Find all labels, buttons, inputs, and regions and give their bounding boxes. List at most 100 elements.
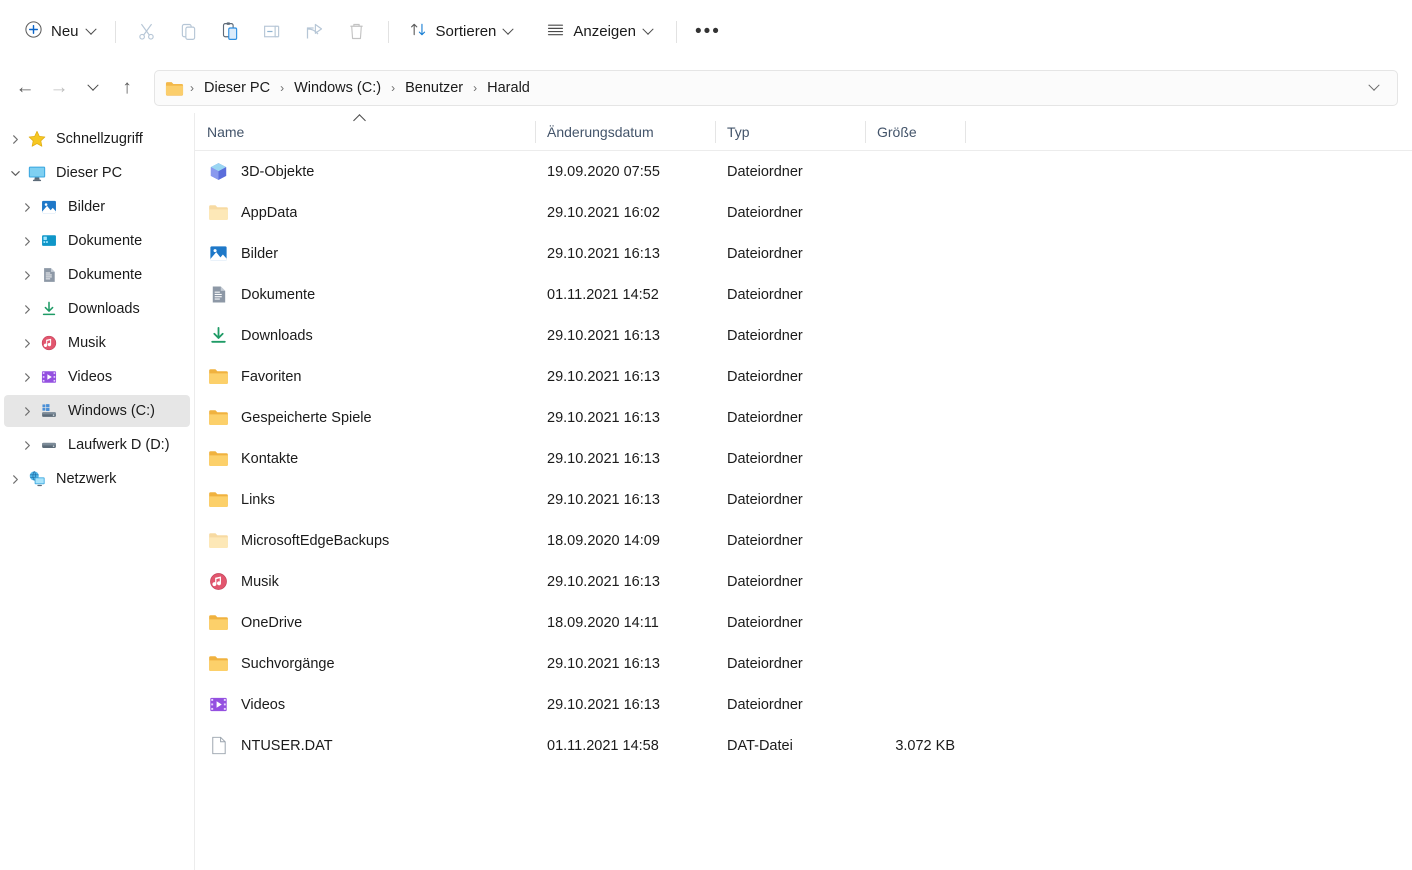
file-list: 3D-Objekte19.09.2020 07:55DateiordnerApp…	[195, 151, 1412, 766]
chevron-right-icon[interactable]	[16, 372, 38, 383]
sidebar-item-schnellzugriff[interactable]: Schnellzugriff	[4, 123, 190, 155]
download-icon	[207, 325, 229, 347]
sidebar-item-label: Schnellzugriff	[56, 131, 143, 147]
file-row[interactable]: AppData29.10.2021 16:02Dateiordner	[195, 192, 1404, 233]
column-header-name[interactable]: Name	[195, 113, 535, 151]
file-list-pane: Name Änderungsdatum Typ Größe 3D-Objekte…	[195, 113, 1412, 870]
copy-button[interactable]	[168, 14, 210, 50]
file-row[interactable]: Kontakte 29.10.2021 16:13Dateiordner	[195, 438, 1404, 479]
chevron-right-icon[interactable]	[16, 270, 38, 281]
file-date: 29.10.2021 16:13	[535, 451, 715, 467]
cut-button[interactable]	[126, 14, 168, 50]
sidebar-item-videos[interactable]: Videos	[4, 361, 190, 393]
chevron-right-icon[interactable]	[16, 338, 38, 349]
address-expand-button[interactable]	[1361, 75, 1387, 101]
up-button[interactable]: ↑	[110, 71, 144, 105]
breadcrumb-item-harald[interactable]: Harald	[481, 76, 536, 100]
file-date: 29.10.2021 16:13	[535, 369, 715, 385]
file-size: 3.072 KB	[865, 738, 965, 754]
sidebar-item-bilder[interactable]: Bilder	[4, 191, 190, 223]
chevron-right-icon[interactable]	[16, 202, 38, 213]
sidebar-item-label: Downloads	[68, 301, 140, 317]
file-type: Dateiordner	[715, 656, 865, 672]
file-row[interactable]: Suchvorgänge29.10.2021 16:13Dateiordner	[195, 643, 1404, 684]
file-row[interactable]: 3D-Objekte19.09.2020 07:55Dateiordner	[195, 151, 1404, 192]
file-name-cell: Videos	[195, 694, 535, 716]
file-row[interactable]: Musik29.10.2021 16:13Dateiordner	[195, 561, 1404, 602]
sidebar-item-label: Bilder	[68, 199, 105, 215]
drive-icon	[38, 435, 60, 455]
more-options-button[interactable]: •••	[687, 14, 729, 50]
rename-button[interactable]	[252, 14, 294, 50]
chevron-right-icon[interactable]	[4, 474, 26, 485]
file-name-cell: Favoriten	[195, 366, 535, 388]
chevron-right-icon[interactable]	[16, 440, 38, 451]
sidebar-item-laufwerk-d-d[interactable]: Laufwerk D (D:)	[4, 429, 190, 461]
view-button[interactable]: Anzeigen	[536, 14, 662, 50]
chevron-down-icon[interactable]	[4, 168, 26, 179]
sidebar-item-windows-c[interactable]: Windows (C:)	[4, 395, 190, 427]
documents-icon	[207, 284, 229, 306]
column-header-size[interactable]: Größe	[865, 113, 965, 151]
column-header-date[interactable]: Änderungsdatum	[535, 113, 715, 151]
chevron-right-icon[interactable]	[16, 236, 38, 247]
chevron-right-icon[interactable]	[16, 304, 38, 315]
desktop-icon	[38, 231, 60, 251]
sidebar-item-dieser-pc[interactable]: Dieser PC	[4, 157, 190, 189]
sidebar-item-netzwerk[interactable]: Netzwerk	[4, 463, 190, 495]
sidebar-item-dokumente[interactable]: Dokumente	[4, 225, 190, 257]
sort-button-label: Sortieren	[436, 23, 497, 40]
file-row[interactable]: Videos29.10.2021 16:13Dateiordner	[195, 684, 1404, 725]
sidebar-item-label: Netzwerk	[56, 471, 116, 487]
file-icon	[207, 735, 229, 757]
file-type: Dateiordner	[715, 533, 865, 549]
new-button[interactable]: Neu	[14, 14, 105, 50]
file-name: Kontakte	[241, 451, 298, 467]
paste-button[interactable]	[210, 14, 252, 50]
scissors-icon	[136, 21, 157, 42]
file-type: DAT-Datei	[715, 738, 865, 754]
column-header-type-label: Typ	[727, 124, 750, 140]
file-type: Dateiordner	[715, 697, 865, 713]
address-bar[interactable]: › Dieser PC › Windows (C:) › Benutzer › …	[154, 70, 1398, 106]
file-row[interactable]: MicrosoftEdgeBackups18.09.2020 14:09Date…	[195, 520, 1404, 561]
column-headers: Name Änderungsdatum Typ Größe	[195, 113, 1412, 151]
file-row[interactable]: OneDrive18.09.2020 14:11Dateiordner	[195, 602, 1404, 643]
breadcrumb-separator: ›	[276, 81, 288, 95]
file-date: 29.10.2021 16:13	[535, 492, 715, 508]
sidebar-item-musik[interactable]: Musik	[4, 327, 190, 359]
recent-locations-button[interactable]	[76, 71, 110, 105]
breadcrumb-item-windows-c[interactable]: Windows (C:)	[288, 76, 387, 100]
breadcrumb-item-benutzer[interactable]: Benutzer	[399, 76, 469, 100]
file-row[interactable]: Dokumente01.11.2021 14:52Dateiordner	[195, 274, 1404, 315]
column-header-type[interactable]: Typ	[715, 113, 865, 151]
folder-icon	[207, 366, 229, 388]
column-header-end	[965, 113, 977, 151]
sidebar-item-dokumente[interactable]: Dokumente	[4, 259, 190, 291]
delete-button[interactable]	[336, 14, 378, 50]
chevron-down-icon	[1368, 80, 1379, 91]
file-row[interactable]: Gespeicherte Spiele29.10.2021 16:13Datei…	[195, 397, 1404, 438]
breadcrumb-item-dieser-pc[interactable]: Dieser PC	[198, 76, 276, 100]
pc-icon	[26, 163, 48, 183]
file-type: Dateiordner	[715, 451, 865, 467]
folder-icon	[207, 530, 229, 552]
file-row[interactable]: Downloads29.10.2021 16:13Dateiordner	[195, 315, 1404, 356]
file-row[interactable]: NTUSER.DAT01.11.2021 14:58DAT-Datei3.072…	[195, 725, 1404, 766]
file-name-cell: Gespeicherte Spiele	[195, 407, 535, 429]
file-date: 29.10.2021 16:13	[535, 656, 715, 672]
share-button[interactable]	[294, 14, 336, 50]
forward-button[interactable]: →	[42, 71, 76, 105]
file-type: Dateiordner	[715, 492, 865, 508]
chevron-right-icon[interactable]	[4, 134, 26, 145]
back-button[interactable]: ←	[8, 71, 42, 105]
sidebar-item-downloads[interactable]: Downloads	[4, 293, 190, 325]
chevron-right-icon[interactable]	[16, 406, 38, 417]
file-row[interactable]: Links29.10.2021 16:13Dateiordner	[195, 479, 1404, 520]
network-icon	[26, 469, 48, 489]
sort-button[interactable]: Sortieren	[399, 14, 523, 50]
explorer-body: SchnellzugriffDieser PCBilderDokumenteDo…	[0, 113, 1412, 870]
file-row[interactable]: Favoriten29.10.2021 16:13Dateiordner	[195, 356, 1404, 397]
file-row[interactable]: Bilder29.10.2021 16:13Dateiordner	[195, 233, 1404, 274]
sidebar-item-label: Videos	[68, 369, 112, 385]
